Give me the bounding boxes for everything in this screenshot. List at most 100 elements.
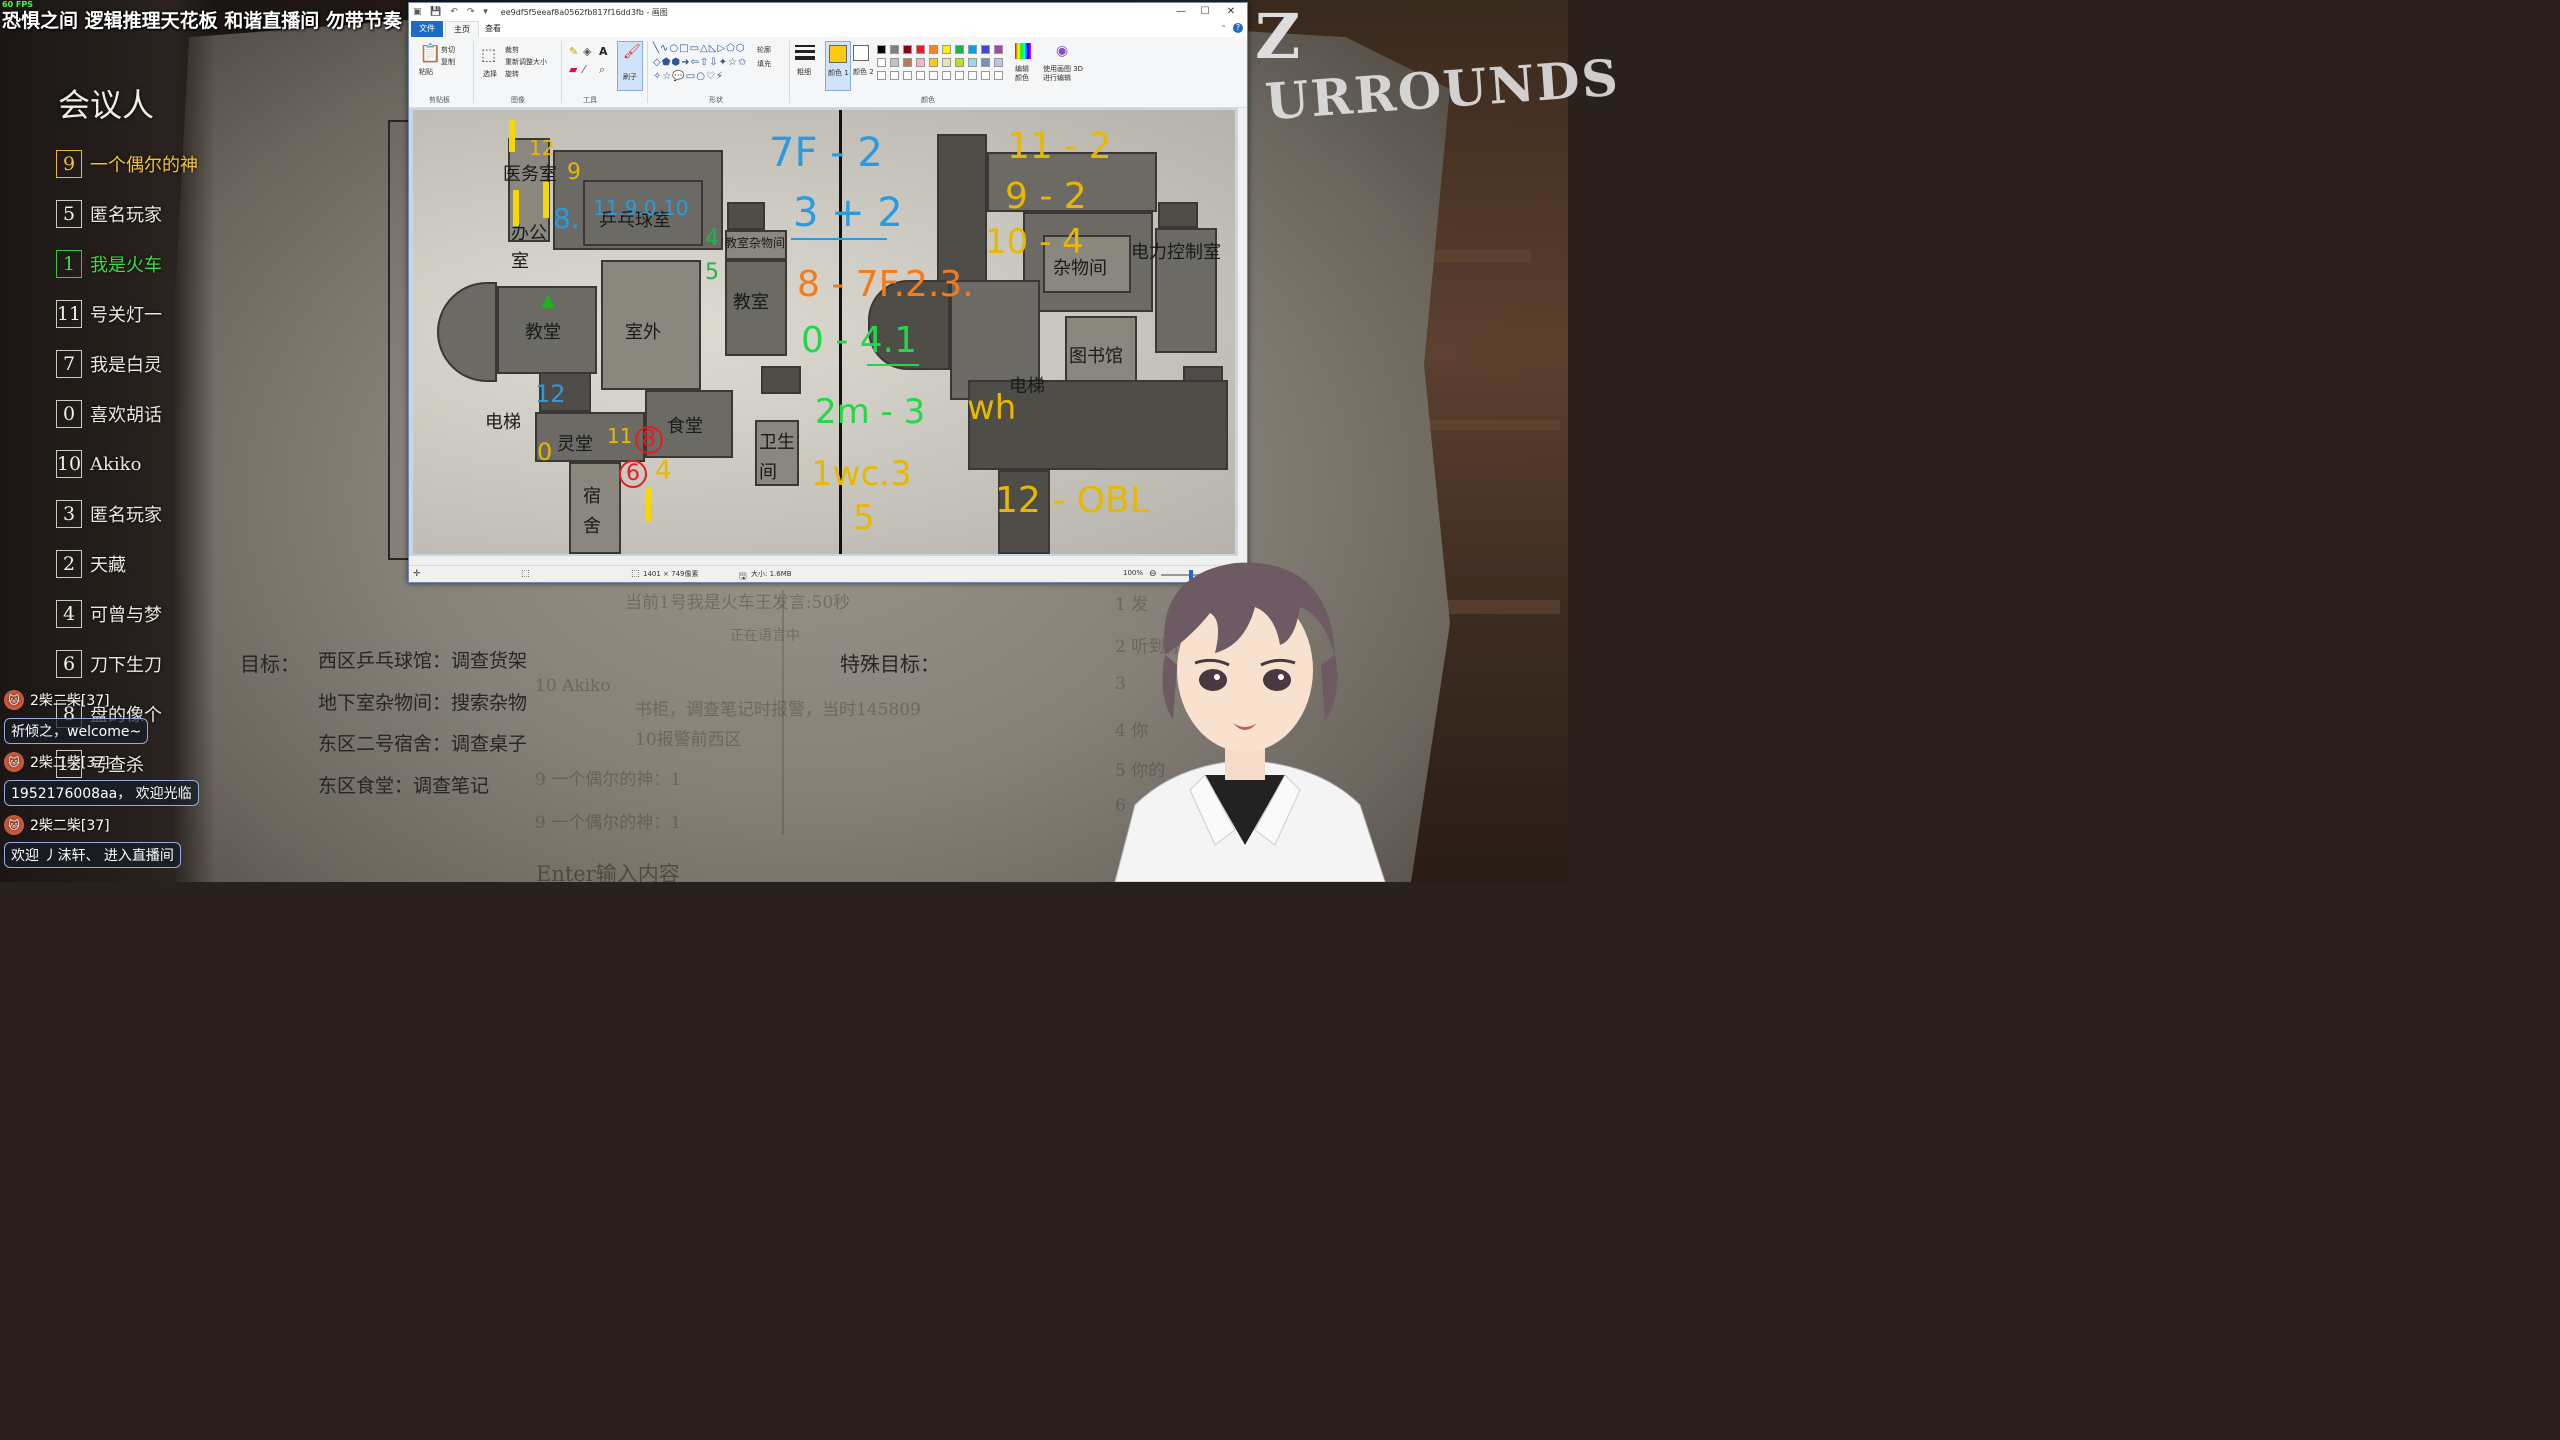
palette-color-swatch[interactable] (942, 45, 951, 54)
map-label: 宿舍 (583, 486, 601, 537)
player-item[interactable]: 5 匿名玩家 (56, 198, 162, 230)
palette-color-swatch[interactable] (929, 58, 938, 67)
minimize-button[interactable]: — (1169, 5, 1193, 19)
speech-timer: 当前1号我是火车王发言:50秒 (625, 593, 851, 613)
vertical-scrollbar[interactable] (1238, 108, 1247, 556)
palette-color-swatch[interactable] (916, 58, 925, 67)
brush-button[interactable]: 🖌 刷子 (617, 41, 643, 91)
paint3d-icon[interactable]: ◉ (1056, 43, 1068, 59)
palette-color-swatch[interactable] (890, 45, 899, 54)
palette-color-swatch[interactable] (877, 58, 886, 67)
paste-button[interactable]: 粘贴 (419, 67, 433, 77)
fill-button[interactable]: 填充 (757, 59, 771, 69)
group-label-image: 图像 (511, 96, 525, 104)
custom-color-slot[interactable] (929, 71, 938, 80)
select-icon[interactable]: ⬚ (481, 45, 496, 64)
palette-color-swatch[interactable] (955, 45, 964, 54)
custom-color-slot[interactable] (968, 71, 977, 80)
player-item[interactable]: 10 Akiko (56, 448, 141, 480)
custom-color-slot[interactable] (916, 71, 925, 80)
help-icon[interactable]: ? (1233, 23, 1243, 33)
copy-button[interactable]: 复制 (441, 57, 455, 67)
palette-color-swatch[interactable] (981, 58, 990, 67)
palette-color-swatch[interactable] (994, 45, 1003, 54)
player-number: 1 (56, 250, 82, 278)
shapes-gallery-icon[interactable]: ◇⬟⬢➜⇦⇧⇩✦☆✩ (653, 57, 747, 68)
cut-button[interactable]: 剪切 (441, 45, 455, 55)
maximize-button[interactable]: ☐ (1193, 5, 1217, 19)
annotation: 11.9.0.10 (593, 196, 689, 220)
brush-icon: 🖌 (623, 44, 641, 60)
custom-color-slot[interactable] (981, 71, 990, 80)
palette-color-swatch[interactable] (981, 45, 990, 54)
select-button[interactable]: 选择 (483, 69, 497, 79)
palette-color-swatch[interactable] (968, 45, 977, 54)
palette-color-swatch[interactable] (903, 45, 912, 54)
rotate-button[interactable]: 旋转 (505, 69, 519, 79)
text-tool-icon[interactable]: A (599, 45, 608, 58)
player-item[interactable]: 4 可曾与梦 (56, 598, 162, 630)
player-item[interactable]: 0 喜欢胡话 (56, 398, 162, 430)
paint3d-button[interactable]: 使用画图 3D 进行编辑 (1043, 65, 1085, 83)
tab-file[interactable]: 文件 (411, 21, 443, 37)
resize-button[interactable]: 重新调整大小 (505, 57, 547, 67)
player-item[interactable]: 3 匿名玩家 (56, 498, 162, 530)
palette-color-swatch[interactable] (916, 45, 925, 54)
custom-color-slot[interactable] (890, 71, 899, 80)
tab-home[interactable]: 主页 (445, 21, 479, 38)
quick-access-icons[interactable]: ▣ 💾 ↶ ↷ ▾ (413, 7, 491, 17)
magnifier-icon[interactable]: ⌕ (599, 63, 605, 77)
player-item[interactable]: 11 号关灯一 (56, 298, 162, 330)
panel-divider (782, 590, 784, 835)
edit-colors-icon[interactable] (1015, 43, 1031, 59)
stairs-mid (761, 366, 801, 394)
palette-color-swatch[interactable] (955, 58, 964, 67)
drawing-canvas[interactable]: 医务室 办公室 乒乓球室 教室杂物间 教堂 室外 教室 电梯 灵堂 食堂 卫生间… (413, 110, 1235, 554)
color1-button[interactable]: 颜色 1 (825, 41, 851, 91)
edit-colors-button[interactable]: 编辑颜色 (1015, 65, 1035, 83)
palette-color-swatch[interactable] (942, 58, 951, 67)
shapes-gallery-icon[interactable]: ✧☆💬▭○♡⚡ (653, 71, 724, 82)
player-item[interactable]: 1 我是火车 (56, 248, 162, 280)
close-button[interactable]: ✕ (1219, 5, 1243, 19)
fill-bucket-icon[interactable]: ◈ (583, 45, 591, 58)
size-icon[interactable] (795, 45, 815, 47)
pencil-icon[interactable]: ✎ (569, 45, 578, 58)
palette-color-swatch[interactable] (994, 58, 1003, 67)
custom-color-slot[interactable] (955, 71, 964, 80)
title-bar[interactable]: ▣ 💾 ↶ ↷ ▾ ee9df5f5eeaf8a0562fb817f16dd3f… (409, 3, 1247, 21)
chat-user: 🐱 2柴二柴[37] (4, 690, 110, 710)
player-item[interactable]: 2 天藏 (56, 548, 126, 580)
crop-button[interactable]: 裁剪 (505, 45, 519, 55)
palette-color-swatch[interactable] (903, 58, 912, 67)
palette-color-swatch[interactable] (877, 45, 886, 54)
chat-input[interactable]: Enter输入内容 (536, 858, 680, 888)
player-item[interactable]: 9 一个偶尔的神 (56, 148, 198, 180)
custom-color-slot[interactable] (877, 71, 886, 80)
shapes-gallery-icon[interactable]: ╲∿○□▭△◺▷⬠⬡ (653, 43, 746, 54)
custom-color-slot[interactable] (903, 71, 912, 80)
outline-button[interactable]: 轮廓 (757, 45, 771, 55)
custom-color-slot[interactable] (942, 71, 951, 80)
collapse-ribbon-icon[interactable]: ⌃ (1220, 24, 1227, 33)
player-item[interactable]: 6 刀下生刀 (56, 648, 162, 680)
color2-button[interactable]: 颜色 2 (853, 67, 874, 77)
annotation: 4 (655, 456, 672, 486)
player-name: 一个偶尔的神 (90, 155, 198, 176)
player-item[interactable]: 7 我是白灵 (56, 348, 162, 380)
chat-message: 祈倾之，welcome~ (4, 718, 149, 744)
tab-view[interactable]: 查看 (477, 21, 509, 37)
log-line: 9 一个偶尔的神：1 (535, 813, 682, 833)
color2-swatch[interactable] (853, 45, 869, 61)
size-button[interactable]: 粗细 (797, 67, 811, 77)
custom-color-slot[interactable] (994, 71, 1003, 80)
paste-icon[interactable]: 📋 (419, 43, 441, 64)
annotation: 9 (567, 160, 581, 185)
annotation: 7F - 2 (769, 130, 883, 176)
palette-color-swatch[interactable] (929, 45, 938, 54)
color-picker-icon[interactable]: ⁄ (583, 63, 585, 76)
eraser-icon[interactable]: ▰ (569, 63, 577, 76)
palette-color-swatch[interactable] (968, 58, 977, 67)
paint-window[interactable]: ▣ 💾 ↶ ↷ ▾ ee9df5f5eeaf8a0562fb817f16dd3f… (408, 2, 1248, 583)
palette-color-swatch[interactable] (890, 58, 899, 67)
